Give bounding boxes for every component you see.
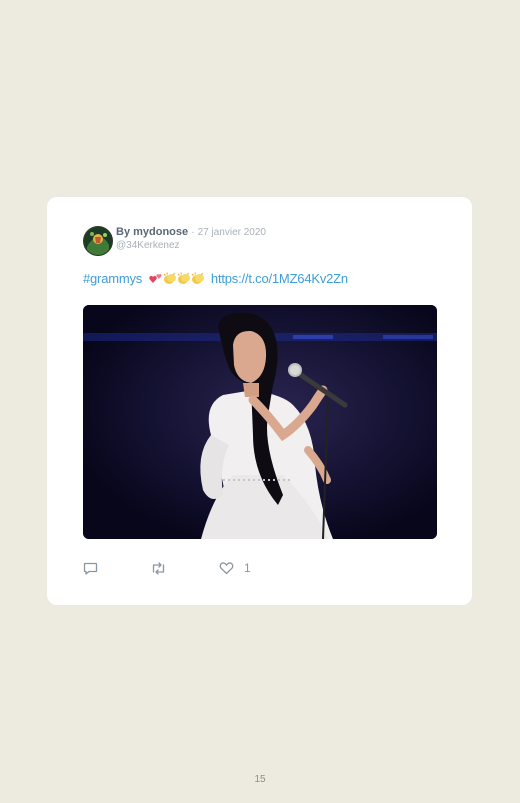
like-button[interactable]: 1 [219,560,251,576]
tweet-author-line: By mydonose · 27 janvier 2020 [116,226,266,238]
tweet-photo[interactable] [83,305,437,539]
clapping-hands-emoji [191,272,204,284]
reply-icon [83,562,98,575]
two-hearts-emoji [148,274,162,283]
author-name[interactable]: mydonose [133,226,188,238]
tweet-actions: 1 [83,560,383,576]
tweet-card: By mydonose · 27 janvier 2020 @34Kerkene… [47,197,472,605]
heart-icon [219,562,234,575]
tweet-date[interactable]: 27 janvier 2020 [198,227,266,238]
hashtag-link[interactable]: #grammys [83,271,142,286]
tweet-text: #grammys https://t.co/1MZ64Kv2Zn [83,271,348,286]
avatar-image [84,227,112,255]
reply-button[interactable] [83,560,98,576]
retweet-icon [152,561,165,575]
avatar[interactable] [83,226,113,256]
meta-separator: · [191,227,195,238]
clapping-hands-emoji [177,272,190,284]
tweet-link[interactable]: https://t.co/1MZ64Kv2Zn [211,271,348,286]
emoji-group [148,271,205,286]
retweet-button[interactable] [150,560,167,576]
like-count: 1 [244,561,251,575]
clapping-hands-emoji [163,272,176,284]
author-handle[interactable]: @34Kerkenez [116,240,180,251]
page-number: 15 [254,774,266,785]
performer-photo-image [83,305,437,539]
author-prefix: By [116,226,131,238]
